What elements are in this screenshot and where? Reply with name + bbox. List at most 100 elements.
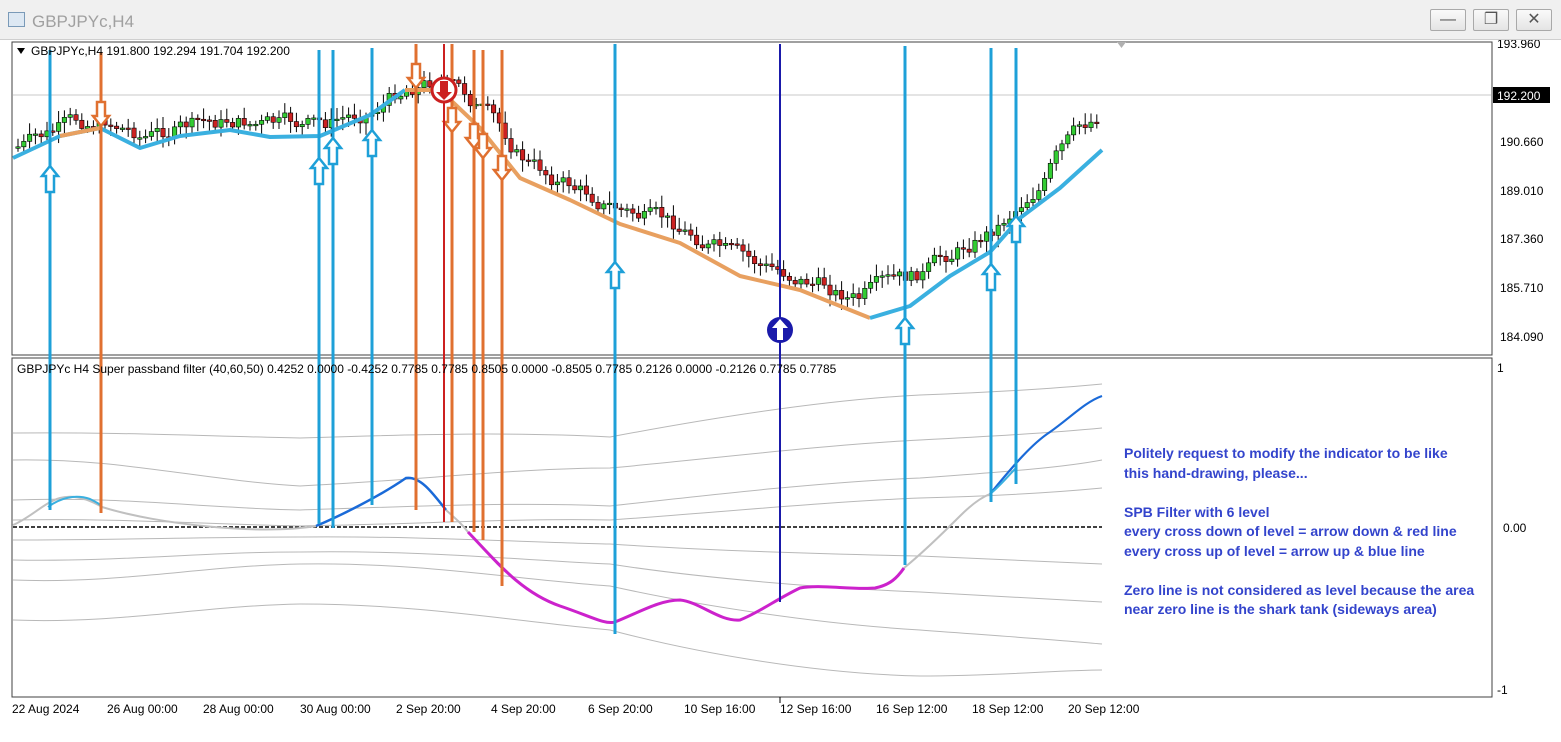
candle-body — [537, 159, 543, 171]
price-pane[interactable] — [11, 41, 1493, 356]
candle-body — [543, 170, 549, 176]
candle-body — [73, 114, 79, 121]
candle-body — [270, 116, 276, 123]
candle-body — [230, 122, 236, 128]
candle-body — [914, 271, 920, 281]
candle-body — [688, 229, 694, 236]
candle-body — [334, 118, 340, 121]
candle-body — [682, 229, 688, 232]
candle-body — [235, 118, 241, 128]
candle-body — [618, 207, 624, 210]
candle-body — [972, 239, 978, 253]
candle-body — [926, 262, 932, 272]
candle-body — [282, 112, 288, 118]
candle-body — [1047, 163, 1053, 179]
candle-body — [525, 159, 531, 162]
candle-body — [212, 120, 218, 128]
candle-body — [1071, 125, 1077, 136]
candle-body — [183, 121, 189, 128]
price-tick: 193.960 — [1497, 40, 1541, 51]
candle-body — [253, 123, 259, 127]
note-line: every cross up of level = arrow up & blu… — [1124, 542, 1425, 559]
candle-body — [137, 137, 143, 140]
candle-body — [676, 228, 682, 232]
candle-body — [728, 243, 734, 246]
candle-body — [276, 117, 282, 123]
candle-body — [61, 117, 67, 123]
candle-body — [665, 215, 671, 218]
candle-body — [259, 120, 265, 125]
indicator-info: GBPJPYc H4 Super passband filter (40,60,… — [17, 362, 837, 376]
candle-body — [218, 119, 224, 128]
candle-body — [201, 118, 207, 122]
candle-body — [833, 290, 839, 296]
candle-body — [1059, 143, 1065, 152]
time-tick: 16 Sep 12:00 — [876, 702, 948, 716]
candle-body — [114, 125, 120, 129]
time-tick: 28 Aug 00:00 — [203, 702, 274, 716]
candle-body — [108, 124, 114, 127]
annotation-note: Politely request to modify the indicator… — [1124, 444, 1504, 620]
candle-body — [804, 278, 810, 285]
chart-canvas[interactable]: 193.960 190.660 189.010 187.360 185.710 … — [0, 37, 1561, 737]
price-tick: 185.710 — [1500, 281, 1544, 295]
candle-body — [850, 293, 856, 298]
candle-body — [79, 119, 85, 129]
candle-body — [856, 293, 862, 299]
candle-body — [398, 95, 404, 100]
chart-area[interactable]: 193.960 190.660 189.010 187.360 185.710 … — [0, 37, 1561, 737]
time-tick: 22 Aug 2024 — [12, 702, 80, 716]
candle-body — [1082, 124, 1088, 128]
candle-body — [757, 263, 763, 266]
candle-body — [566, 177, 572, 187]
price-tick: 184.090 — [1500, 330, 1544, 344]
candle-body — [949, 258, 955, 262]
candle-body — [670, 215, 676, 230]
candle-body — [1042, 178, 1048, 191]
close-button[interactable]: ✕ — [1516, 9, 1552, 31]
indicator-tick: -1 — [1497, 683, 1508, 697]
candle-body — [937, 254, 943, 258]
candle-body — [27, 133, 33, 142]
candle-body — [293, 121, 299, 128]
time-tick: 6 Sep 20:00 — [588, 702, 653, 716]
candle-body — [502, 122, 508, 139]
price-tick: 187.360 — [1500, 232, 1544, 246]
candle-body — [311, 117, 317, 120]
note-line — [1124, 561, 1504, 581]
candle-body — [467, 94, 473, 107]
time-tick: 12 Sep 16:00 — [780, 702, 852, 716]
candle-body — [630, 208, 636, 214]
candle-body — [32, 133, 38, 136]
note-line: Politely request to modify the indicator… — [1124, 445, 1448, 461]
candle-body — [960, 247, 966, 250]
candle-body — [189, 117, 195, 128]
candle-body — [659, 207, 665, 218]
candle-body — [897, 271, 903, 277]
candle-body — [839, 290, 845, 300]
time-tick: 30 Aug 00:00 — [300, 702, 371, 716]
candle-body — [264, 116, 270, 121]
note-line: SPB Filter with 6 level — [1124, 503, 1270, 520]
candle-body — [456, 79, 462, 84]
candle-body — [717, 239, 723, 246]
candle-body — [1088, 121, 1094, 128]
restore-button[interactable]: ❐ — [1473, 9, 1509, 31]
time-tick: 26 Aug 00:00 — [107, 702, 178, 716]
candle-body — [653, 207, 659, 210]
candle-body — [636, 212, 642, 219]
candle-body — [908, 271, 914, 281]
note-line: Zero line is not considered as level bec… — [1124, 581, 1475, 598]
time-axis: 22 Aug 2024 26 Aug 00:00 28 Aug 00:00 30 Au… — [12, 697, 1140, 716]
candle-body — [143, 136, 149, 139]
candle-body — [206, 119, 212, 122]
candle-body — [595, 201, 601, 210]
candle-body — [299, 124, 305, 128]
candle-body — [844, 297, 850, 300]
candle-body — [1030, 199, 1036, 203]
minimize-button[interactable]: — — [1430, 9, 1466, 31]
note-line: every cross down of level = arrow down &… — [1124, 523, 1457, 539]
time-tick: 18 Sep 12:00 — [972, 702, 1044, 716]
candle-body — [340, 117, 346, 120]
candle-body — [21, 141, 27, 148]
